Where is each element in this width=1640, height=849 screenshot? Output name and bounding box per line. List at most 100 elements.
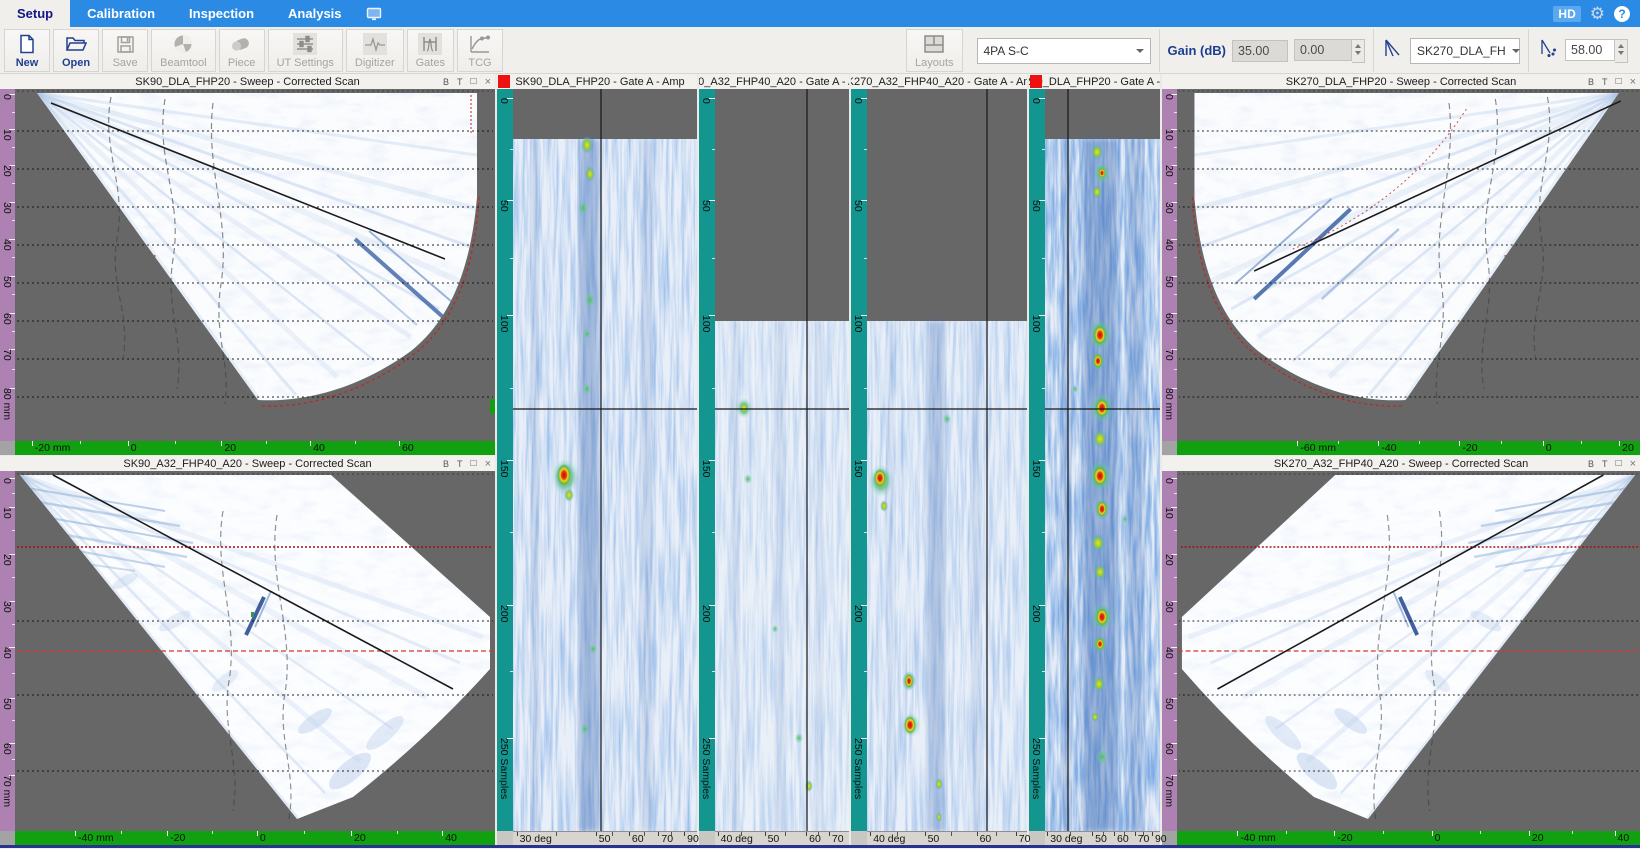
t-scan-button[interactable]: T — [1602, 77, 1608, 87]
b-scan-button[interactable]: B — [443, 77, 449, 87]
ruler-corner — [699, 831, 715, 845]
sector-scan-image — [1177, 89, 1640, 441]
panel-title-bar[interactable]: SK270_A32_FHP40_A20 - Sweep - Corrected … — [1162, 456, 1640, 471]
tab-analysis[interactable]: Analysis — [271, 0, 358, 27]
gate-cscan-image — [867, 89, 1027, 831]
samples-ruler: 050100150200250 Samples — [699, 89, 715, 831]
sector-scan-image — [15, 89, 495, 441]
panel-sk90-a32-sweep: SK90_A32_FHP40_A20 - Sweep - Corrected S… — [0, 456, 495, 845]
gates-icon — [418, 33, 442, 55]
panel-title-bar[interactable]: SK90_A32_FHP40_A20 - Gate A - Amp — [699, 74, 849, 89]
gate-cscan-view[interactable] — [513, 89, 697, 831]
ruler-corner — [1029, 831, 1045, 845]
panel-title-bar[interactable]: SK270_A32_FHP40_A20 - Gate A - Amp — [851, 74, 1027, 89]
new-button[interactable]: New — [4, 29, 50, 72]
sector-scan-view[interactable] — [1177, 89, 1640, 441]
tab-inspection[interactable]: Inspection — [172, 0, 271, 27]
panel-title: SK270_A32_FHP40_A20 - Sweep - Corrected … — [1274, 458, 1528, 470]
sector-scan-view[interactable] — [15, 471, 495, 831]
tab-setup[interactable]: Setup — [0, 0, 70, 27]
angle-ruler: 30 deg50607090 — [1045, 831, 1160, 845]
display-monitor-icon[interactable] — [365, 0, 384, 27]
beamtool-icon — [171, 33, 195, 55]
maximize-button[interactable]: □ — [1616, 459, 1622, 469]
depth-ruler: 010203040506070 mm — [1162, 471, 1177, 831]
ruler-corner — [0, 831, 15, 845]
hd-badge: HD — [1553, 6, 1580, 22]
panel-sk90-dla-sweep: SK90_DLA_FHP20 - Sweep - Corrected Scan … — [0, 74, 495, 455]
angle-input[interactable]: 58.00 — [1565, 39, 1615, 61]
angle-spinner[interactable] — [1615, 39, 1628, 63]
b-scan-button[interactable]: B — [1588, 459, 1594, 469]
panel-title: SK270_DLA_FHP20 - Sweep - Corrected Scan — [1286, 76, 1517, 88]
maximize-button[interactable]: □ — [1616, 77, 1622, 87]
sector-scan-view[interactable] — [1177, 471, 1640, 831]
close-button[interactable]: × — [1630, 77, 1636, 87]
ut-settings-button[interactable]: UT Settings — [268, 29, 343, 72]
tcg-button[interactable]: TCG — [457, 29, 503, 72]
depth-ruler: 01020304050607080 mm — [1162, 89, 1177, 441]
gate-cscan-view[interactable] — [1045, 89, 1160, 831]
b-scan-button[interactable]: B — [1588, 77, 1594, 87]
beam-angle-icon — [1537, 37, 1559, 64]
piece-button[interactable]: Piece — [219, 29, 265, 72]
open-folder-icon — [64, 33, 88, 55]
gate-cscan-view[interactable] — [867, 89, 1027, 831]
save-button[interactable]: Save — [102, 29, 148, 72]
panel-title-bar[interactable]: SK270_DLA_FHP20 - Gate A - Amp — [1029, 74, 1160, 89]
maximize-button[interactable]: □ — [471, 459, 477, 469]
beamtool-button[interactable]: Beamtool — [151, 29, 215, 72]
gain-spinner[interactable] — [1352, 39, 1365, 63]
panel-sk270-dla-sweep: SK270_DLA_FHP20 - Sweep - Corrected Scan… — [1162, 74, 1640, 455]
scan-axis-ruler: -60 mm-40-20020 — [1177, 441, 1640, 455]
gate-cscan-image — [513, 89, 697, 831]
gate-cscan-view[interactable] — [715, 89, 849, 831]
layouts-button[interactable]: Layouts — [906, 29, 963, 72]
ut-acquisition-app: Setup Calibration Inspection Analysis HD… — [0, 0, 1640, 849]
digitizer-button[interactable]: Digitizer — [346, 29, 404, 72]
ruler-corner — [1162, 441, 1177, 455]
angle-ruler: 40 deg506070 — [867, 831, 1027, 845]
gain-label: Gain (dB) — [1168, 43, 1227, 58]
panel-title: SK90_DLA_FHP20 - Sweep - Corrected Scan — [135, 76, 359, 88]
panel-title-bar[interactable]: SK270_DLA_FHP20 - Sweep - Corrected Scan… — [1162, 74, 1640, 89]
scan-axis-ruler: -20 mm0204060 — [15, 441, 495, 455]
panel-title: SK90_A32_FHP40_A20 - Sweep - Corrected S… — [123, 458, 371, 470]
probe-select[interactable]: SK270_DLA_FH — [1410, 38, 1520, 64]
ruler-corner — [0, 441, 15, 455]
panel-title: SK270_A32_FHP40_A20 - Gate A - Amp — [851, 76, 1027, 88]
panel-title-bar[interactable]: SK90_DLA_FHP20 - Sweep - Corrected Scan … — [0, 74, 495, 89]
maximize-button[interactable]: □ — [471, 77, 477, 87]
panel-title-bar[interactable]: SK90_A32_FHP40_A20 - Sweep - Corrected S… — [0, 456, 495, 471]
open-button[interactable]: Open — [53, 29, 99, 72]
t-scan-button[interactable]: T — [457, 459, 463, 469]
panel-sk270-a32-sweep: SK270_A32_FHP40_A20 - Sweep - Corrected … — [1162, 456, 1640, 845]
gain-input[interactable]: 35.00 — [1232, 40, 1288, 62]
main-toolbar: New Open Save — [0, 27, 1640, 74]
t-scan-button[interactable]: T — [1602, 459, 1608, 469]
close-button[interactable]: × — [485, 459, 491, 469]
gate-cscan-image — [715, 89, 849, 831]
panel-sk270-a32-gate: SK270_A32_FHP40_A20 - Gate A - Amp 05010… — [851, 74, 1027, 845]
scan-axis-ruler: -40 mm-2002040 — [15, 831, 495, 845]
help-icon[interactable]: ? — [1614, 6, 1630, 22]
close-button[interactable]: × — [485, 77, 491, 87]
tab-calibration[interactable]: Calibration — [70, 0, 172, 27]
gain-offset-input[interactable]: 0.00 — [1294, 39, 1352, 61]
layout-preset-select[interactable]: 4PA S-C — [977, 38, 1151, 64]
piece-cylinder-icon — [230, 33, 254, 55]
gates-button[interactable]: Gates — [407, 29, 454, 72]
t-scan-button[interactable]: T — [457, 77, 463, 87]
close-button[interactable]: × — [1630, 459, 1636, 469]
angle-ruler: 30 deg50607090 — [513, 831, 697, 845]
menu-bar: Setup Calibration Inspection Analysis HD… — [0, 0, 1640, 27]
settings-gear-icon[interactable]: ⚙ — [1590, 5, 1605, 22]
depth-ruler: 010203040506070 mm — [0, 471, 15, 831]
sector-scan-image — [15, 471, 495, 831]
panel-title-bar[interactable]: SK90_DLA_FHP20 - Gate A - Amp — [497, 74, 697, 89]
b-scan-button[interactable]: B — [443, 459, 449, 469]
sector-scan-view[interactable] — [15, 89, 495, 441]
chevron-down-icon — [1512, 49, 1520, 57]
cursor-marker — [490, 399, 495, 414]
samples-ruler: 050100150200250 Samples — [497, 89, 513, 831]
